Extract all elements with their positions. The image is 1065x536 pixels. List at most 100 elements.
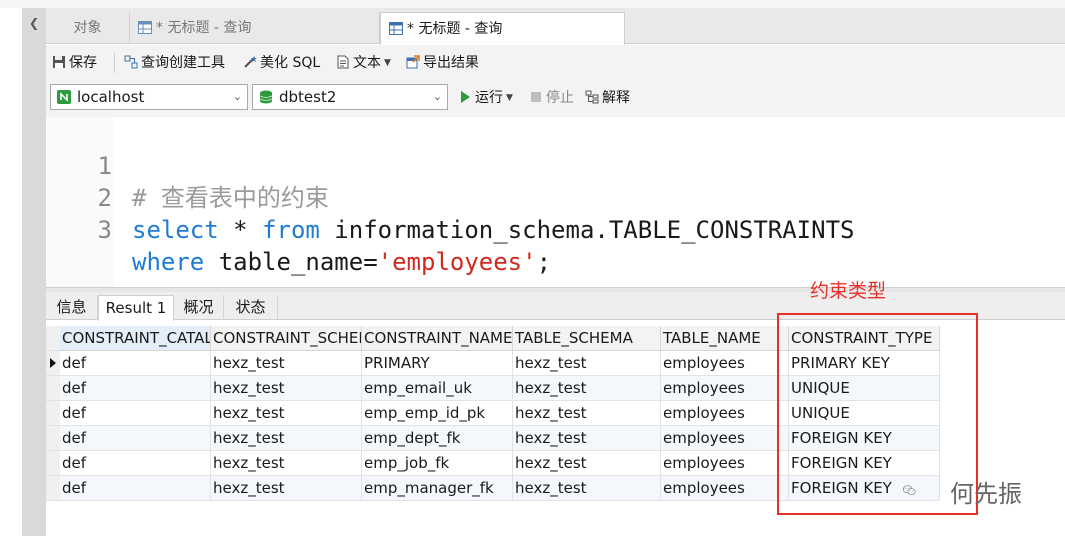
export-icon (406, 55, 420, 69)
table-cell[interactable]: hexz_test (211, 451, 362, 476)
table-cell[interactable]: emp_manager_fk (362, 476, 513, 501)
table-cell[interactable]: hexz_test (513, 376, 661, 401)
tab-status[interactable]: 状态 (224, 295, 278, 320)
table-cell[interactable]: def (60, 401, 211, 426)
table-cell[interactable]: hexz_test (513, 401, 661, 426)
sql-keyword: where (132, 248, 205, 276)
table-cell[interactable]: hexz_test (211, 426, 362, 451)
row-indicator[interactable] (46, 401, 60, 426)
sql-text: * (218, 216, 263, 244)
table-cell[interactable]: employees (661, 376, 789, 401)
row-indicator[interactable] (46, 451, 60, 476)
table-cell[interactable]: def (60, 426, 211, 451)
database-value: dbtest2 (279, 88, 337, 106)
table-cell[interactable]: emp_email_uk (362, 376, 513, 401)
caret-down-icon[interactable]: ▼ (384, 58, 391, 68)
table-cell[interactable]: employees (661, 451, 789, 476)
table-cell[interactable]: hexz_test (211, 476, 362, 501)
sql-editor[interactable]: 1 # 查看表中的约束 2 select * from information_… (46, 117, 1065, 287)
row-indicator[interactable] (46, 376, 60, 401)
beautify-wand-icon (244, 56, 257, 68)
table-cell[interactable]: PRIMARY (362, 351, 513, 376)
table-cell[interactable]: employees (661, 426, 789, 451)
column-header[interactable]: CONSTRAINT_NAME (362, 326, 513, 351)
chevron-down-icon[interactable]: ⌄ (233, 85, 242, 109)
stop-button[interactable]: 停止 (529, 88, 574, 108)
table-grid-icon (138, 21, 152, 34)
table-cell[interactable]: hexz_test (513, 476, 661, 501)
table-cell[interactable]: emp_dept_fk (362, 426, 513, 451)
row-indicator[interactable] (46, 351, 60, 376)
query-builder-icon (124, 55, 138, 69)
tab-bar: 对象 * 无标题 - 查询 * 无标题 - 查询 (46, 8, 1065, 45)
chevron-left-icon[interactable]: ❮ (27, 16, 41, 30)
table-cell[interactable]: employees (661, 401, 789, 426)
table-cell[interactable]: hexz_test (513, 451, 661, 476)
wechat-logo-icon (902, 485, 916, 495)
column-header[interactable]: CONSTRAINT_SCHEMA (211, 326, 362, 351)
row-indicator[interactable] (46, 426, 60, 451)
table-cell[interactable]: hexz_test (211, 376, 362, 401)
table-cell[interactable]: def (60, 451, 211, 476)
code-line-2[interactable]: 2 select * from information_schema.TABLE… (46, 150, 855, 244)
sidebar-collapse-strip[interactable]: ❮ (22, 8, 46, 536)
table-cell[interactable]: employees (661, 351, 789, 376)
column-header[interactable]: TABLE_NAME (661, 326, 789, 351)
chevron-down-icon[interactable]: ⌄ (433, 85, 442, 109)
tab-info[interactable]: 信息 (46, 295, 98, 320)
document-icon (337, 55, 349, 69)
tab-query-2[interactable]: * 无标题 - 查询 (380, 12, 625, 45)
table-cell[interactable]: emp_emp_id_pk (362, 401, 513, 426)
caret-down-icon[interactable]: ▼ (506, 93, 513, 103)
sql-keyword: from (262, 216, 320, 244)
row-indicator (46, 326, 60, 351)
explain-tree-icon (585, 90, 599, 104)
explain-button[interactable]: 解释 (585, 88, 630, 108)
row-indicator[interactable] (46, 476, 60, 501)
column-header[interactable]: TABLE_SCHEMA (513, 326, 661, 351)
tab-label: 对象 (73, 20, 102, 36)
table-cell[interactable]: def (60, 376, 211, 401)
query-builder-button[interactable]: 查询创建工具 (124, 53, 225, 73)
table-grid-icon (389, 22, 403, 35)
sql-comment: # 查看表中的约束 (132, 184, 329, 212)
table-cell[interactable]: hexz_test (211, 401, 362, 426)
table-cell[interactable]: emp_job_fk (362, 451, 513, 476)
stop-icon (531, 92, 541, 102)
tab-query-1[interactable]: * 无标题 - 查询 (130, 12, 380, 44)
export-results-button[interactable]: 导出结果 (406, 53, 479, 73)
tab-profile[interactable]: 概况 (174, 295, 224, 320)
tab-result-1[interactable]: Result 1 (98, 295, 174, 321)
code-line-1[interactable]: 1 # 查看表中的约束 (46, 118, 329, 212)
annotation-label: 约束类型 (810, 280, 887, 302)
beautify-sql-button[interactable]: 美化 SQL (243, 53, 320, 73)
save-button[interactable]: 保存 (52, 53, 97, 73)
table-cell[interactable]: employees (661, 476, 789, 501)
sql-keyword: select (132, 216, 219, 244)
text-button[interactable]: 文本 ▼ (336, 53, 391, 73)
table-cell[interactable]: def (60, 476, 211, 501)
table-cell[interactable]: def (60, 351, 211, 376)
connection-icon (57, 90, 71, 104)
tab-label: * 无标题 - 查询 (407, 21, 503, 37)
sql-text: table_name= (204, 248, 378, 276)
toolbar-divider (114, 53, 115, 73)
line-number: 3 (97, 216, 112, 244)
database-select[interactable]: dbtest2 ⌄ (252, 84, 448, 110)
tab-objects[interactable]: 对象 (46, 12, 130, 44)
code-line-3[interactable]: 3 where table_name='employees'; (46, 182, 552, 276)
table-cell[interactable]: hexz_test (513, 351, 661, 376)
app-window: ❮ 对象 * 无标题 - 查询 * 无标题 - 查询 保存 查询创建工具 美化 … (0, 0, 1065, 536)
connection-select[interactable]: localhost ⌄ (50, 84, 248, 110)
database-icon (259, 90, 273, 104)
play-icon (461, 91, 470, 103)
tab-label: * 无标题 - 查询 (156, 20, 252, 36)
column-header[interactable]: CONSTRAINT_CATALOG (60, 326, 211, 351)
table-cell[interactable]: hexz_test (513, 426, 661, 451)
menu-bar (0, 0, 1065, 8)
sql-text: ; (536, 248, 552, 276)
run-button[interactable]: 运行 ▼ (458, 88, 513, 108)
table-cell[interactable]: hexz_test (211, 351, 362, 376)
watermark-text: 何先振 (950, 480, 1022, 508)
connection-toolbar: localhost ⌄ dbtest2 ⌄ 运行 ▼ 停止 解释 (46, 81, 1065, 117)
